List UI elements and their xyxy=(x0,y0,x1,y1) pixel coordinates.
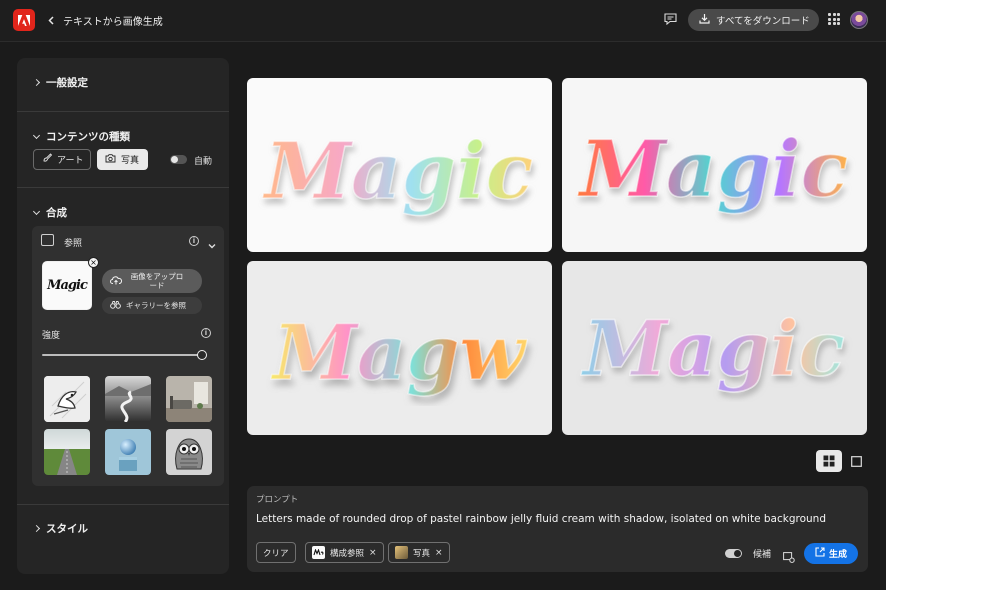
generate-button[interactable]: 生成 xyxy=(804,543,858,564)
divider xyxy=(17,111,229,112)
photo-button[interactable]: 写真 xyxy=(97,149,148,170)
result-image-2[interactable]: Magic xyxy=(562,78,867,252)
adobe-logo-icon[interactable] xyxy=(13,9,35,31)
result-image-4[interactable]: Magic xyxy=(562,261,867,435)
generate-icon xyxy=(815,547,825,560)
binoculars-icon xyxy=(110,300,121,311)
single-view-icon[interactable] xyxy=(847,450,865,472)
svg-text:Magw: Magw xyxy=(270,308,528,397)
composition-label: 合成 xyxy=(46,207,67,219)
reference-title: 参照 xyxy=(64,239,83,249)
divider xyxy=(17,504,229,505)
upload-image-button[interactable]: 画像をアップロード xyxy=(102,269,202,293)
clear-button[interactable]: クリア xyxy=(256,542,296,563)
remove-chip-icon[interactable]: × xyxy=(435,548,443,558)
strength-slider-handle[interactable] xyxy=(197,350,207,360)
brush-icon xyxy=(42,153,53,166)
camera-icon xyxy=(105,153,116,166)
user-avatar[interactable] xyxy=(850,11,868,29)
back-chevron-icon[interactable] xyxy=(44,11,58,29)
info-icon[interactable]: i xyxy=(189,236,199,246)
reference-image-icon xyxy=(41,234,54,246)
style-label: スタイル xyxy=(46,523,88,535)
browse-gallery-button[interactable]: ギャラリーを参照 xyxy=(102,297,202,314)
content-type-label: コンテンツの種類 xyxy=(46,131,130,143)
auto-label: 自動 xyxy=(194,157,213,167)
reference-thumbnail[interactable]: Magic xyxy=(42,261,92,310)
firefly-app: テキストから画像生成 すべてをダウンロード 一般設定 コンテンツの種類 アート … xyxy=(0,0,886,590)
chevron-right-icon xyxy=(32,524,41,533)
preset-winding-river[interactable] xyxy=(105,376,151,422)
info-icon[interactable]: i xyxy=(201,328,211,338)
composition-header[interactable]: 合成 xyxy=(32,205,67,220)
svg-text:Magic: Magic xyxy=(577,124,849,215)
preset-living-room[interactable] xyxy=(166,376,212,422)
composition-reference-chip[interactable]: 構成参照 × xyxy=(305,542,384,563)
download-all-button[interactable]: すべてをダウンロード xyxy=(688,9,819,31)
cloud-upload-icon xyxy=(110,275,123,287)
style-header[interactable]: スタイル xyxy=(32,521,88,536)
download-all-label: すべてをダウンロード xyxy=(716,16,810,27)
chevron-right-icon xyxy=(32,78,41,87)
photo-chip[interactable]: 写真 × xyxy=(388,542,450,563)
grid-view-icon[interactable] xyxy=(816,450,842,472)
download-icon xyxy=(699,13,710,27)
prompt-label: プロンプト xyxy=(256,495,299,505)
general-settings-header[interactable]: 一般設定 xyxy=(32,75,88,90)
prompt-panel: プロンプト Letters made of rounded drop of pa… xyxy=(247,486,868,572)
image-settings-icon[interactable] xyxy=(783,548,795,567)
result-image-3[interactable]: Magw xyxy=(247,261,552,435)
chevron-down-icon xyxy=(32,207,41,215)
settings-sidebar: 一般設定 コンテンツの種類 アート 写真 自動 合成 参照 i Magic × … xyxy=(17,58,229,574)
svg-text:Magic: Magic xyxy=(580,304,845,393)
apps-grid-icon[interactable] xyxy=(828,13,840,25)
general-settings-label: 一般設定 xyxy=(46,77,88,89)
strength-label: 強度 xyxy=(42,331,61,341)
chevron-down-icon xyxy=(32,131,41,139)
photo-thumb-icon xyxy=(395,546,408,559)
candidates-label: 候補 xyxy=(753,550,772,560)
chevron-down-icon[interactable] xyxy=(208,235,216,254)
art-button[interactable]: アート xyxy=(33,149,91,170)
page-title: テキストから画像生成 xyxy=(63,17,163,28)
divider xyxy=(17,187,229,188)
strength-slider-track[interactable] xyxy=(42,354,202,356)
remove-reference-icon[interactable]: × xyxy=(88,257,99,268)
reference-thumb-icon xyxy=(312,546,325,559)
top-header: テキストから画像生成 すべてをダウンロード xyxy=(0,0,886,42)
result-image-1[interactable]: Magic xyxy=(247,78,552,252)
svg-text:Magic: Magic xyxy=(262,126,534,217)
reference-panel: 参照 i Magic × 画像をアップロード ギャラリーを参照 強度 i xyxy=(32,226,224,486)
candidates-toggle[interactable] xyxy=(725,549,742,558)
preset-blue-sphere[interactable] xyxy=(105,429,151,475)
auto-toggle[interactable] xyxy=(170,155,187,164)
preset-owl-illustration[interactable] xyxy=(166,429,212,475)
preset-bird-sketch[interactable] xyxy=(44,376,90,422)
prompt-input[interactable]: Letters made of rounded drop of pastel r… xyxy=(256,513,826,525)
remove-chip-icon[interactable]: × xyxy=(369,548,377,558)
preset-green-road[interactable] xyxy=(44,429,90,475)
feedback-icon[interactable] xyxy=(662,11,678,27)
content-type-header[interactable]: コンテンツの種類 xyxy=(32,129,130,144)
